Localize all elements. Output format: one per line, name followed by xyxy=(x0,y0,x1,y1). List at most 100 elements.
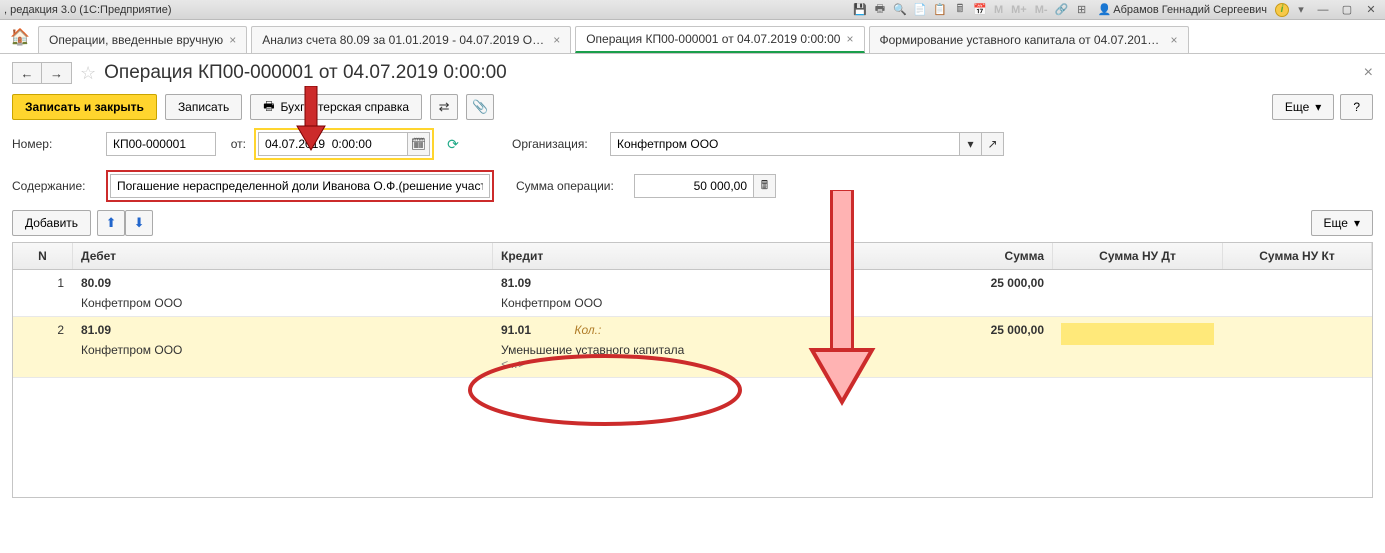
m-minus-icon[interactable]: M- xyxy=(1033,4,1050,16)
nav-back-button[interactable]: ← xyxy=(12,62,42,84)
tab-label: Операция КП00-000001 от 04.07.2019 0:00:… xyxy=(586,32,840,46)
close-document-icon[interactable]: × xyxy=(1364,64,1373,82)
document-header: ← → ☆ Операция КП00-000001 от 04.07.2019… xyxy=(12,62,1373,84)
tab-capital[interactable]: Формирование уставного капитала от 04.07… xyxy=(869,26,1189,53)
more-button[interactable]: Еще ▾ xyxy=(1272,94,1334,120)
cell-credit: 81.09 Конфетпром ООО xyxy=(493,270,843,316)
cell-nudt-edit[interactable] xyxy=(1053,317,1223,351)
close-icon[interactable]: × xyxy=(1170,33,1177,47)
tab-analysis[interactable]: Анализ счета 80.09 за 01.01.2019 - 04.07… xyxy=(251,26,571,53)
nav-forward-button[interactable]: → xyxy=(42,62,72,84)
attach-icon[interactable]: 📎 xyxy=(466,94,494,120)
home-button[interactable]: 🏠 xyxy=(6,20,34,53)
org-input[interactable] xyxy=(610,132,960,156)
page-title: Операция КП00-000001 от 04.07.2019 0:00:… xyxy=(104,62,507,84)
chevron-down-icon: ▾ xyxy=(1315,100,1321,114)
tab-label: Формирование уставного капитала от 04.07… xyxy=(880,33,1165,47)
current-user[interactable]: Абрамов Геннадий Сергеевич xyxy=(1098,3,1267,16)
entries-table: N Дебет Кредит Сумма Сумма НУ Дт Сумма Н… xyxy=(12,242,1373,378)
calculator-icon[interactable]: 🖩 xyxy=(754,174,776,198)
col-nu-kt[interactable]: Сумма НУ Кт xyxy=(1223,243,1372,269)
content-field-highlight xyxy=(106,170,494,202)
info-icon[interactable]: i xyxy=(1275,3,1289,17)
button-label: Бухгалтерская справка xyxy=(281,100,410,114)
tab-operations[interactable]: Операции, введенные вручную × xyxy=(38,26,247,53)
m-icon[interactable]: M xyxy=(992,4,1005,16)
document-form: Номер: от: 🗓 ⟳ Организация: ▾ ↗ Содержан… xyxy=(12,128,1373,202)
cell-n: 1 xyxy=(13,270,73,296)
document-area: ← → ☆ Операция КП00-000001 от 04.07.2019… xyxy=(0,54,1385,506)
save-icon[interactable]: 💾 xyxy=(852,2,868,18)
copy-icon[interactable]: 📄 xyxy=(912,2,928,18)
cell-nukt xyxy=(1223,270,1372,282)
datepicker-icon[interactable]: 🗓 xyxy=(408,132,430,156)
print-icon: 🖶 xyxy=(263,97,274,118)
dropdown-templates-icon[interactable]: ⇄ xyxy=(430,94,458,120)
move-down-icon[interactable]: ⬇ xyxy=(125,210,153,236)
cell-n: 2 xyxy=(13,317,73,343)
cell-debit: 80.09 Конфетпром ООО xyxy=(73,270,493,316)
cell-credit: 91.01 Кол.: Уменьшение уставного капитал… xyxy=(493,317,843,377)
maximize-icon[interactable]: ▢ xyxy=(1337,2,1357,18)
chevron-down-icon: ▾ xyxy=(1354,216,1360,230)
app-title: , редакция 3.0 (1С:Предприятие) xyxy=(4,4,172,16)
dropdown-icon[interactable]: ▾ xyxy=(1293,2,1309,18)
refresh-icon[interactable]: ⟳ xyxy=(442,133,464,155)
org-label: Организация: xyxy=(512,137,602,151)
save-and-close-button[interactable]: Записать и закрыть xyxy=(12,94,157,120)
table-empty-area xyxy=(12,378,1373,498)
accounting-cert-button[interactable]: 🖶 Бухгалтерская справка xyxy=(250,94,422,120)
close-window-icon[interactable]: ✕ xyxy=(1361,2,1381,18)
from-label: от: xyxy=(224,137,246,151)
cell-debit: 81.09 Конфетпром ООО xyxy=(73,317,493,363)
col-credit[interactable]: Кредит xyxy=(493,243,843,269)
sum-input[interactable] xyxy=(634,174,754,198)
cell-sum: 25 000,00 xyxy=(843,270,1053,296)
calc-icon[interactable]: 🖩 xyxy=(952,2,968,18)
system-title-bar: , редакция 3.0 (1С:Предприятие) 💾 🖶 🔍 📄 … xyxy=(0,0,1385,20)
table-header: N Дебет Кредит Сумма Сумма НУ Дт Сумма Н… xyxy=(13,243,1372,270)
print-icon[interactable]: 🖶 xyxy=(872,2,888,18)
date-field-highlight: 🗓 xyxy=(254,128,434,160)
link-icon[interactable]: 🔗 xyxy=(1054,2,1070,18)
table-more-button[interactable]: Еще ▾ xyxy=(1311,210,1373,236)
command-bar: Записать и закрыть Записать 🖶 Бухгалтерс… xyxy=(12,94,1373,120)
move-up-icon[interactable]: ⬆ xyxy=(97,210,125,236)
tab-label: Операции, введенные вручную xyxy=(49,33,223,47)
minimize-icon[interactable]: — xyxy=(1313,2,1333,18)
col-sum[interactable]: Сумма xyxy=(843,243,1053,269)
col-number[interactable]: N xyxy=(13,243,73,269)
tab-strip: 🏠 Операции, введенные вручную × Анализ с… xyxy=(0,20,1385,54)
table-toolbar: Добавить ⬆ ⬇ Еще ▾ xyxy=(12,210,1373,236)
calendar-icon[interactable]: 📅 xyxy=(972,2,988,18)
number-label: Номер: xyxy=(12,137,98,151)
save-button[interactable]: Записать xyxy=(165,94,242,120)
favorite-icon[interactable]: ☆ xyxy=(80,63,96,84)
content-input[interactable] xyxy=(110,174,490,198)
preview-icon[interactable]: 🔍 xyxy=(892,2,908,18)
help-button[interactable]: ? xyxy=(1340,94,1373,120)
sum-label: Сумма операции: xyxy=(516,179,626,193)
date-input[interactable] xyxy=(258,132,408,156)
mail-icon[interactable]: ⊞ xyxy=(1074,2,1090,18)
tab-operation-active[interactable]: Операция КП00-000001 от 04.07.2019 0:00:… xyxy=(575,26,864,53)
close-icon[interactable]: × xyxy=(229,33,236,47)
col-debit[interactable]: Дебет xyxy=(73,243,493,269)
move-buttons: ⬆ ⬇ xyxy=(97,210,153,236)
cell-sum: 25 000,00 xyxy=(843,317,1053,343)
system-toolbar: 💾 🖶 🔍 📄 📋 🖩 📅 M M+ M- 🔗 ⊞ Абрамов Геннад… xyxy=(852,2,1381,18)
paste-icon[interactable]: 📋 xyxy=(932,2,948,18)
close-icon[interactable]: × xyxy=(846,32,853,46)
table-row[interactable]: 2 81.09 Конфетпром ООО 91.01 Кол.: Умень… xyxy=(13,317,1372,378)
add-row-button[interactable]: Добавить xyxy=(12,210,91,236)
col-nu-dt[interactable]: Сумма НУ Дт xyxy=(1053,243,1223,269)
m-plus-icon[interactable]: M+ xyxy=(1009,4,1029,16)
cell-nukt xyxy=(1223,317,1372,329)
content-label: Содержание: xyxy=(12,179,98,193)
form-row-number: Номер: от: 🗓 ⟳ Организация: ▾ ↗ xyxy=(12,128,1373,160)
number-input[interactable] xyxy=(106,132,216,156)
chevron-down-icon[interactable]: ▾ xyxy=(960,132,982,156)
open-ref-icon[interactable]: ↗ xyxy=(982,132,1004,156)
table-row[interactable]: 1 80.09 Конфетпром ООО 81.09 Конфетпром … xyxy=(13,270,1372,317)
close-icon[interactable]: × xyxy=(553,33,560,47)
